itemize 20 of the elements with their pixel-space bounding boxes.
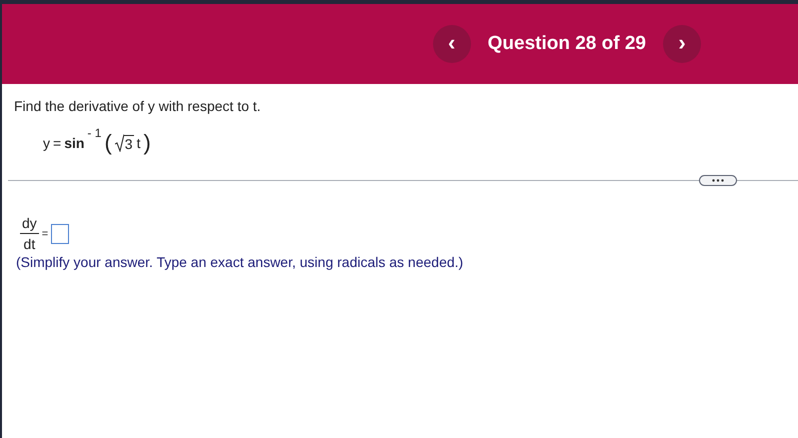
answer-instruction: (Simplify your answer. Type an exact answer, using radicals as needed.) (16, 254, 464, 270)
answer-box[interactable] (51, 224, 70, 244)
previous-button[interactable]: ‹ (432, 25, 471, 63)
equation-variable: t (136, 135, 140, 151)
fraction-denominator: dt (24, 235, 36, 252)
question-counter: Question 28 of 29 (486, 33, 647, 55)
open-parenthesis: ( (104, 130, 112, 156)
ellipsis-icon (712, 179, 724, 182)
radical-sign-icon (114, 134, 124, 152)
next-button[interactable]: › (663, 25, 701, 63)
function-name: sin (64, 135, 84, 151)
question-prompt: Find the derivative of y with respect to t. (14, 98, 262, 114)
equation-variable: y (43, 135, 50, 151)
more-button[interactable] (699, 175, 737, 186)
radicand: 3 (124, 135, 134, 152)
close-parenthesis: ) (143, 130, 151, 156)
equals-sign: = (42, 228, 48, 240)
equals-sign: = (53, 135, 62, 151)
exponent: - 1 (87, 126, 102, 140)
fraction-numerator: dy (20, 215, 39, 234)
